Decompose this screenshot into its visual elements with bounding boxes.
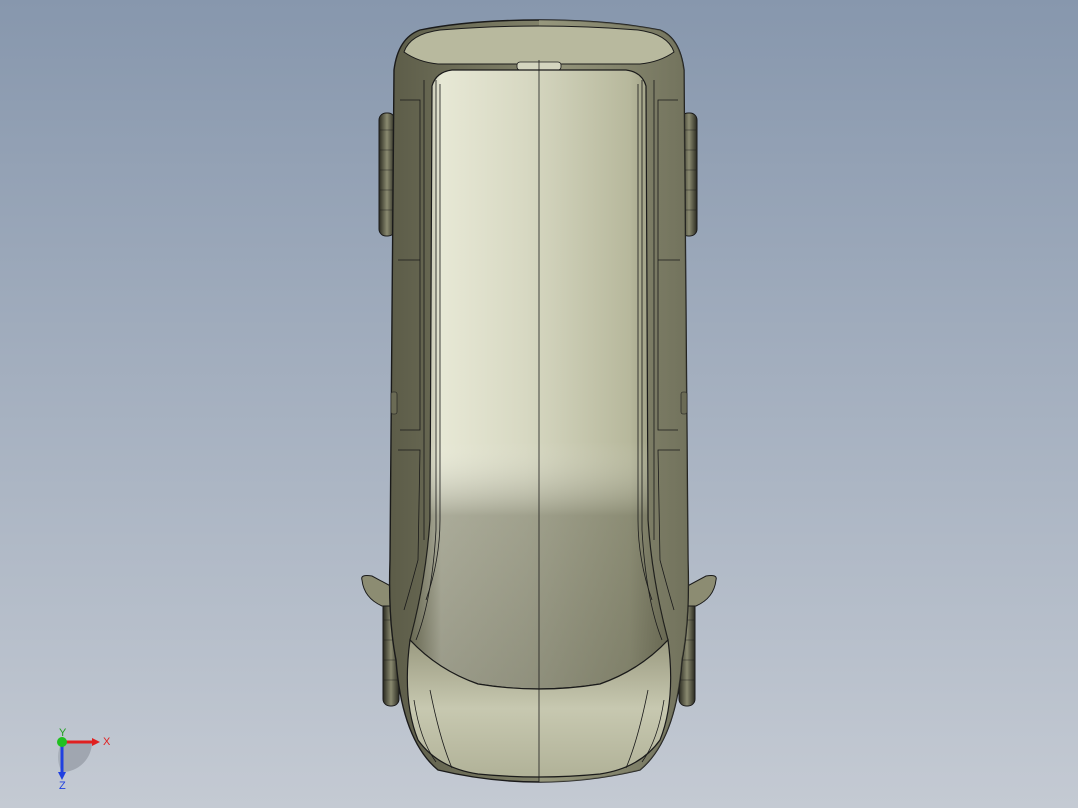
model-scene [0,0,1078,808]
graphics-viewport[interactable]: X Y Z [0,0,1078,808]
y-axis-label: Y [59,728,67,739]
z-axis-label: Z [59,780,66,792]
triad-shadow [62,742,92,772]
door-handle-left [390,391,398,415]
x-axis-label: X [103,736,111,748]
rear-roof-lip [403,25,675,65]
door-handle-right [680,391,688,415]
coordinate-triad: X Y Z [57,728,111,792]
